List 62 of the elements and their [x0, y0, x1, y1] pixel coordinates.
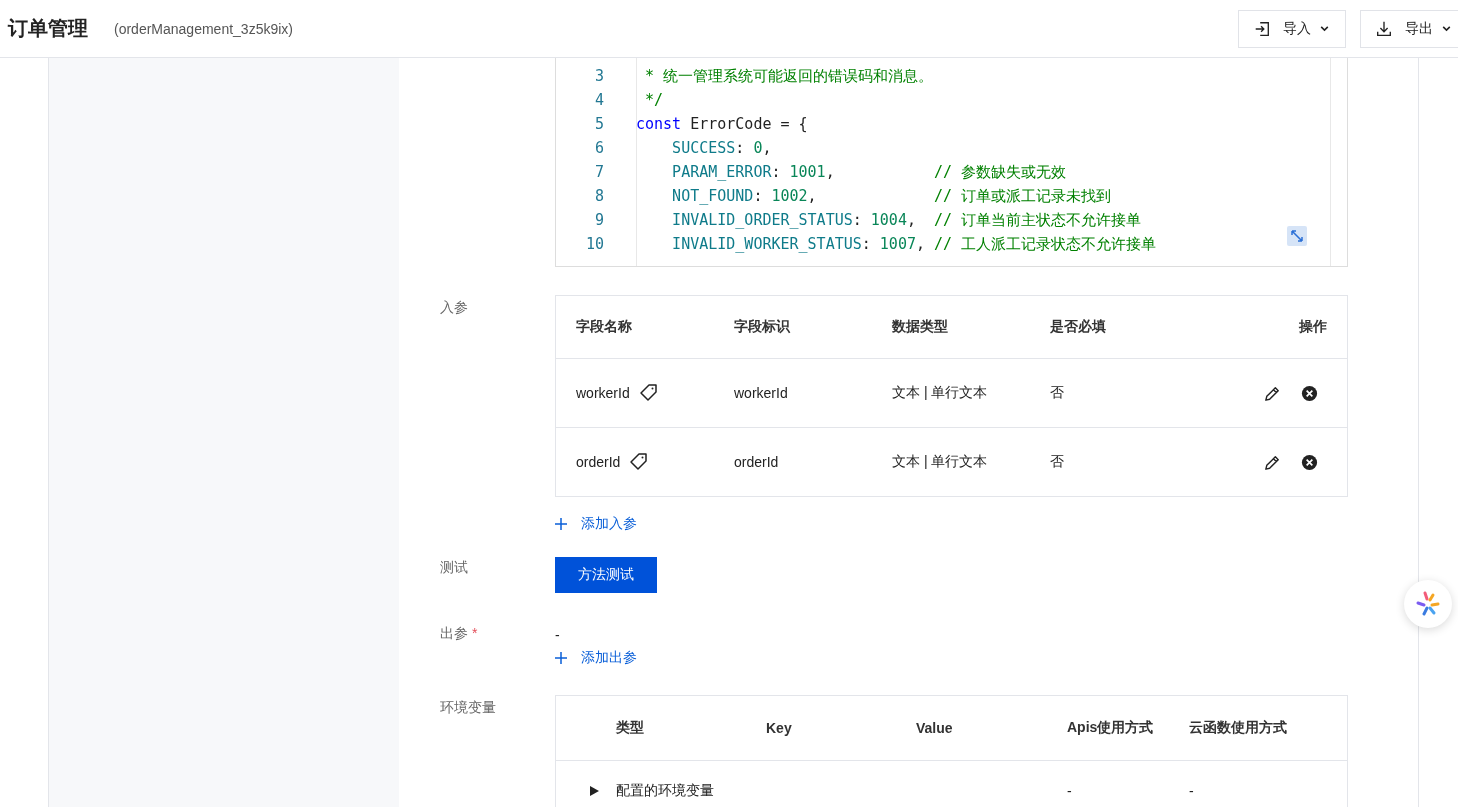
page-subtitle: (orderManagement_3z5k9ix) — [114, 20, 293, 37]
code-line: const ErrorCode = { — [636, 114, 808, 135]
required-mark: * — [471, 625, 478, 641]
code-editor[interactable] — [555, 58, 1348, 267]
table-cell-text: 文本 | 单行文本 — [892, 384, 989, 402]
delete-icon[interactable] — [1300, 383, 1319, 403]
field-label: 环境变量 — [440, 698, 497, 717]
column-header: 云函数使用方式 — [1189, 719, 1288, 737]
line-number: 3 — [593, 66, 604, 87]
line-number: 5 — [593, 114, 604, 135]
line-number: 10 — [584, 234, 604, 255]
tag-icon[interactable] — [628, 452, 649, 472]
plus-icon — [555, 518, 567, 530]
code-line: * 统一管理系统可能返回的错误码和消息。 — [644, 66, 934, 87]
column-header: 操作 — [1298, 318, 1328, 336]
table-cell-text: 否 — [1050, 384, 1065, 402]
export-button[interactable]: 导出 — [1360, 9, 1458, 48]
column-header: Apis使用方式 — [1067, 719, 1155, 737]
download-icon — [1375, 19, 1393, 38]
column-header: 字段标识 — [734, 318, 791, 336]
field-label: 测试 — [440, 558, 469, 577]
line-number: 7 — [593, 162, 604, 183]
table-cell-text: orderId — [734, 454, 780, 470]
table-cell-text: 否 — [1050, 453, 1065, 471]
table-cell: workerId — [576, 385, 630, 401]
column-header: 类型 — [616, 719, 645, 737]
tag-icon[interactable] — [637, 383, 658, 403]
code-line: INVALID_WORKER_STATUS: 1007, // 工人派工记录状态不允许接单 — [671, 234, 1157, 255]
table-cell: orderId — [576, 454, 621, 470]
add-output-link[interactable]: 添加出参 — [555, 649, 637, 667]
column-header: Key — [766, 720, 793, 736]
expand-icon[interactable] — [1287, 226, 1307, 246]
line-number: 8 — [593, 186, 604, 207]
column-header: Value — [916, 720, 954, 736]
import-icon — [1253, 19, 1271, 38]
table-cell-text: 配置的环境变量 — [616, 782, 715, 800]
code-line: PARAM_ERROR: 1001, // 参数缺失或无效 — [671, 162, 1067, 183]
column-header: 字段名称 — [575, 318, 633, 336]
table-cell-text: - — [1189, 783, 1195, 799]
column-header: 是否必填 — [1050, 318, 1107, 336]
method-test-button[interactable]: 方法测试 — [555, 557, 657, 593]
expand-arrow-icon[interactable] — [589, 786, 599, 796]
field-label: 入参 — [440, 298, 469, 317]
add-param-link[interactable]: 添加入参 — [555, 515, 1348, 533]
line-number: 4 — [593, 90, 604, 111]
code-line: NOT_FOUND: 1002, // 订单或派工记录未找到 — [671, 186, 1112, 207]
field-label: 出参 — [440, 625, 468, 641]
page-title: 订单管理 — [8, 16, 88, 41]
code-line: INVALID_ORDER_STATUS: 1004, // 订单当前主状态不允许接单 — [671, 210, 1142, 231]
plus-icon — [555, 652, 567, 664]
import-button[interactable]: 导入 — [1238, 9, 1346, 48]
output-value: - — [555, 627, 561, 643]
table-cell-text: - — [1067, 783, 1073, 799]
table-cell-text: workerId — [734, 385, 789, 401]
code-line: SUCCESS: 0, — [671, 138, 772, 159]
code-line: */ — [644, 90, 664, 111]
line-number: 6 — [593, 138, 604, 159]
assistant-button[interactable] — [1404, 580, 1452, 628]
column-header: 数据类型 — [892, 318, 949, 336]
table-cell-text: 文本 | 单行文本 — [892, 453, 989, 471]
line-number: 9 — [593, 210, 604, 231]
delete-icon[interactable] — [1300, 452, 1319, 472]
